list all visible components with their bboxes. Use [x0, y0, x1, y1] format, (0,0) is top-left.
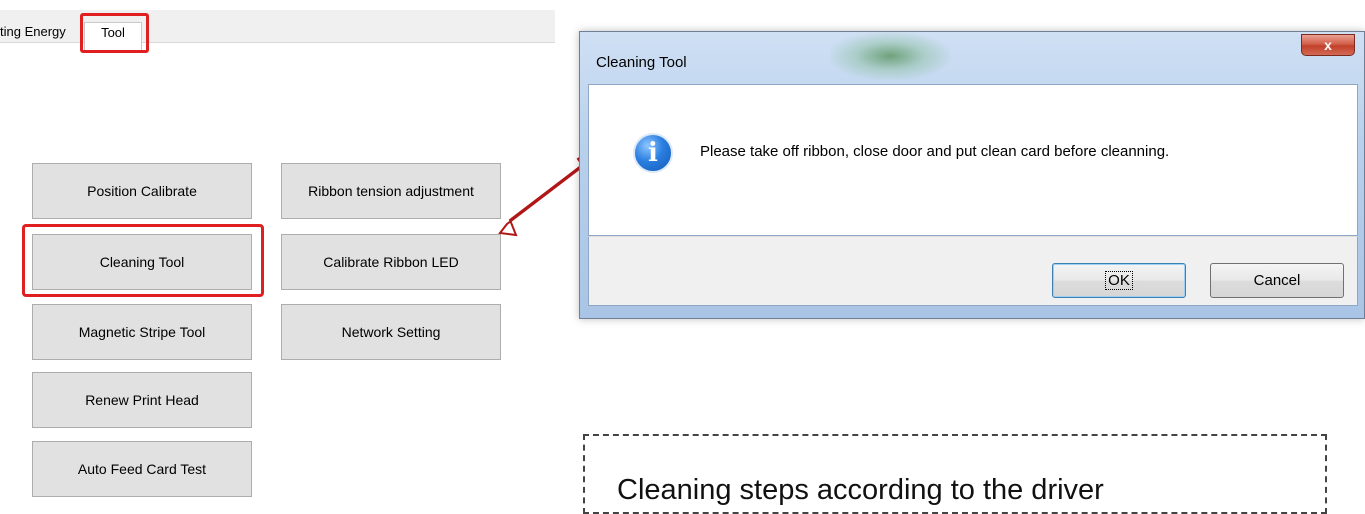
cleaning-tool-highlight [22, 224, 264, 297]
dialog-message: Please take off ribbon, close door and p… [700, 143, 1170, 160]
renew-print-head-button[interactable]: Renew Print Head [32, 372, 252, 428]
dialog-footer: OK Cancel [588, 236, 1358, 306]
titlebar-decoration [830, 32, 950, 80]
tab-printing-energy[interactable]: ting Energy [0, 24, 66, 39]
cancel-button[interactable]: Cancel [1210, 263, 1344, 298]
position-calibrate-button[interactable]: Position Calibrate [32, 163, 252, 219]
caption-box: Cleaning steps according to the driver [583, 434, 1327, 514]
tool-tab-highlight [80, 13, 149, 53]
close-button[interactable]: x [1301, 34, 1355, 56]
dialog-body: i Please take off ribbon, close door and… [588, 84, 1358, 236]
ok-button[interactable]: OK [1052, 263, 1186, 298]
cleaning-tool-dialog: Cleaning Tool x i Please take off ribbon… [579, 31, 1365, 319]
ribbon-tension-adjustment-button[interactable]: Ribbon tension adjustment [281, 163, 501, 219]
network-setting-button[interactable]: Network Setting [281, 304, 501, 360]
calibrate-ribbon-led-button[interactable]: Calibrate Ribbon LED [281, 234, 501, 290]
close-icon: x [1324, 37, 1332, 53]
ok-label: OK [1105, 271, 1133, 290]
auto-feed-card-test-button[interactable]: Auto Feed Card Test [32, 441, 252, 497]
dialog-title: Cleaning Tool [596, 54, 687, 71]
info-icon: i [633, 133, 673, 173]
caption-text: Cleaning steps according to the driver [617, 474, 1104, 506]
magnetic-stripe-tool-button[interactable]: Magnetic Stripe Tool [32, 304, 252, 360]
